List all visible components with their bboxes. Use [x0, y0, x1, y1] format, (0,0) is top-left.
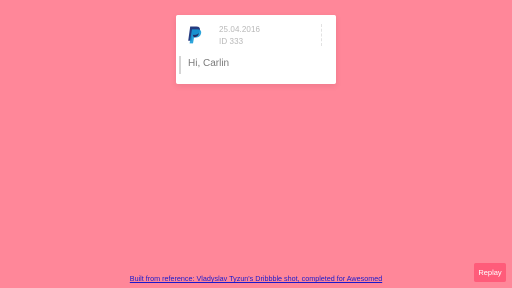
- greeting-text: Hi, Carlin: [188, 58, 230, 69]
- greeting-accent-bar: [179, 56, 181, 74]
- email-card: 25.04.2016 ID 333 Hi, Carlin: [176, 15, 336, 84]
- transaction-meta: 25.04.2016 ID 333: [219, 24, 260, 48]
- credit-footer: Built from reference: Vladyslav Tyzun's …: [0, 274, 512, 283]
- replay-button[interactable]: Replay: [474, 263, 506, 282]
- credit-link[interactable]: Built from reference: Vladyslav Tyzun's …: [130, 274, 382, 283]
- paypal-logo-icon: [187, 26, 202, 44]
- animation-stage: 25.04.2016 ID 333 Hi, Carlin Built from …: [0, 0, 512, 288]
- transaction-id: ID 333: [219, 37, 244, 46]
- transaction-date: 25.04.2016: [219, 25, 261, 34]
- card-divider: [321, 24, 323, 46]
